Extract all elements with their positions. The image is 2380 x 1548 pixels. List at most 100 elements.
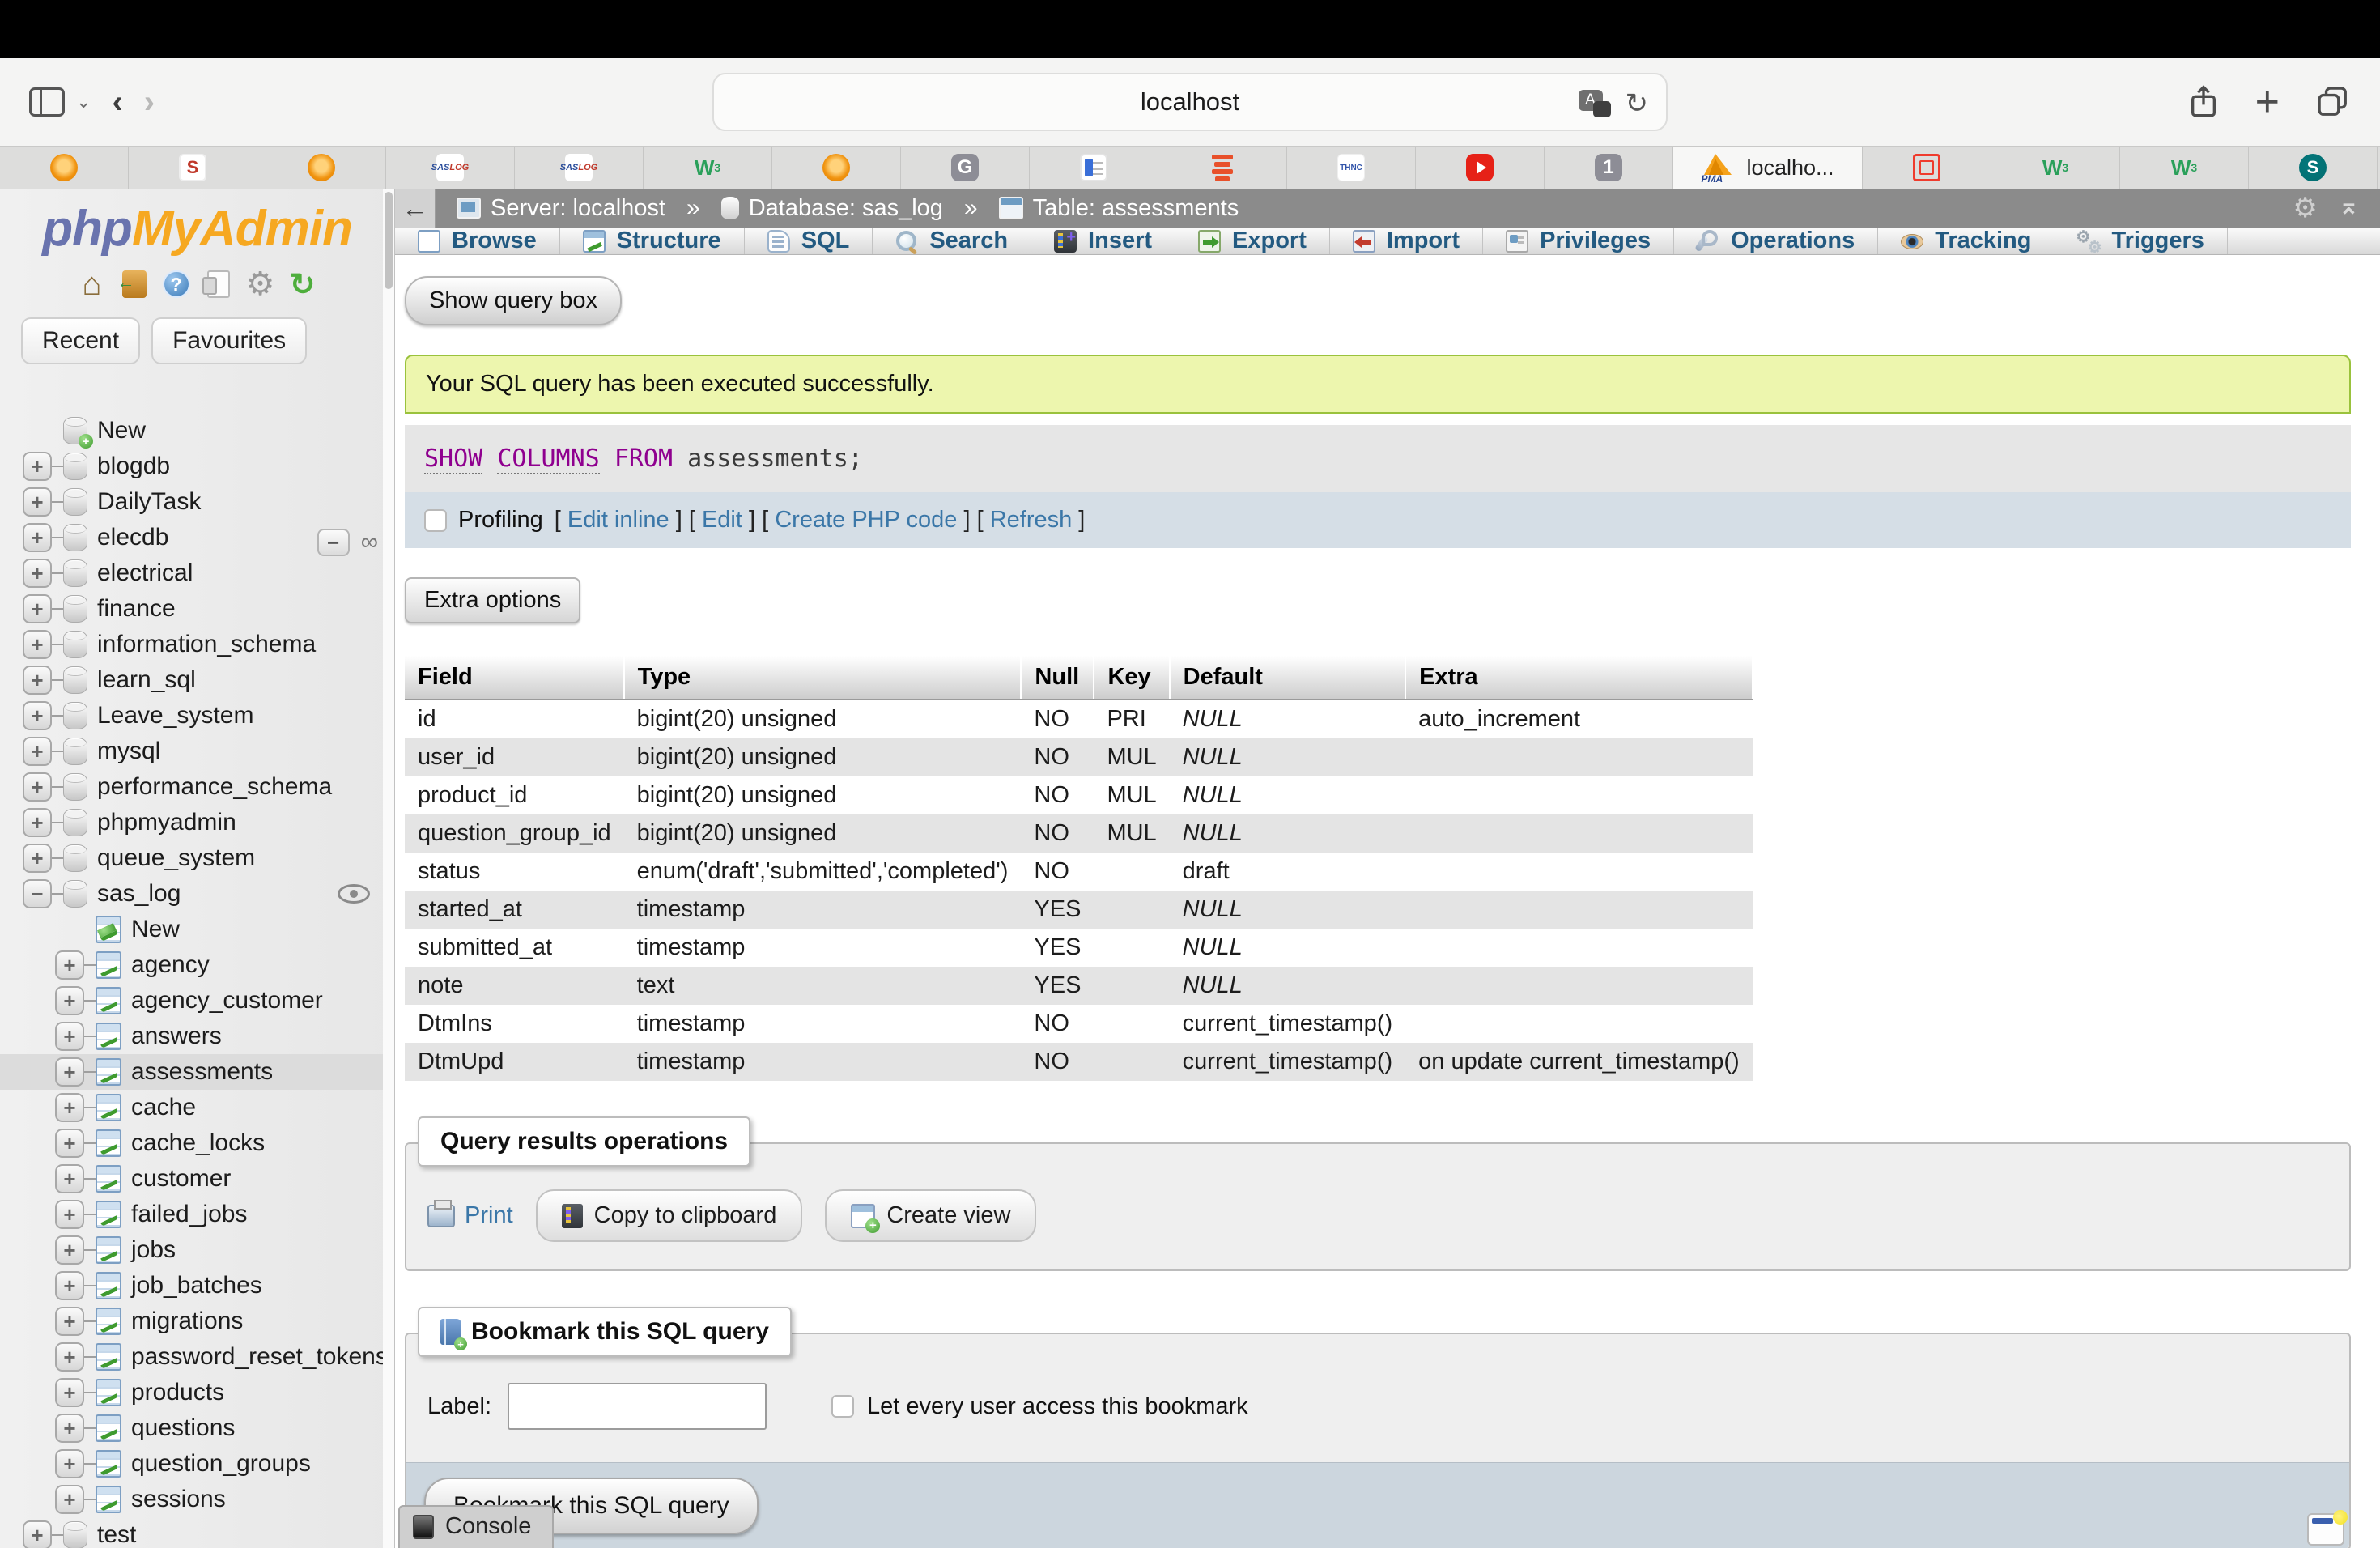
tree-item-label[interactable]: sessions (131, 1486, 226, 1513)
expand-expander-icon[interactable]: + (55, 1129, 84, 1158)
expand-expander-icon[interactable]: + (55, 1342, 84, 1372)
expand-expander-icon[interactable]: + (55, 1307, 84, 1336)
tree-item-label[interactable]: assessments (131, 1058, 273, 1086)
sidebar-db-learn_sql[interactable]: +learn_sql (0, 662, 394, 698)
tree-item-label[interactable]: blogdb (97, 453, 170, 480)
browser-tab[interactable] (1863, 147, 1991, 189)
tree-item-label[interactable]: queue_system (97, 844, 255, 872)
new-tab-icon[interactable]: + (2255, 81, 2280, 123)
sidebar-table-agency[interactable]: +agency (0, 947, 394, 983)
expand-expander-icon[interactable]: + (55, 1093, 84, 1122)
tree-item-label[interactable]: test (97, 1521, 136, 1548)
expand-expander-icon[interactable]: + (23, 666, 52, 695)
back-arrow-button[interactable]: ← (395, 189, 436, 228)
reload-icon[interactable]: ↻ (1626, 87, 1649, 120)
sidebar-db-test[interactable]: + test (0, 1517, 394, 1548)
sidebar-table-question_groups[interactable]: +question_groups (0, 1446, 394, 1482)
expand-expander-icon[interactable]: + (23, 772, 52, 802)
tree-item-label[interactable]: cache (131, 1094, 196, 1121)
profiling-link-create-php-code[interactable]: Create PHP code (775, 507, 957, 533)
tree-item-label[interactable]: New (131, 916, 180, 943)
sidebar-table-products[interactable]: +products (0, 1375, 394, 1410)
sidebar-table-answers[interactable]: +answers (0, 1019, 394, 1054)
browser-tab[interactable]: SASLOG (515, 147, 644, 189)
browser-tab[interactable]: SASLOG (386, 147, 515, 189)
expand-expander-icon[interactable]: + (55, 1235, 84, 1265)
filter-eye-icon[interactable] (338, 884, 370, 904)
tree-item-label[interactable]: finance (97, 595, 176, 623)
tree-item-label[interactable]: failed_jobs (131, 1201, 247, 1228)
expand-expander-icon[interactable]: + (23, 1520, 52, 1548)
sidebar-db-dailytask[interactable]: +DailyTask (0, 484, 394, 520)
bookmark-share-checkbox[interactable] (831, 1395, 854, 1418)
browser-tab-active[interactable]: PMAlocalho... (1673, 147, 1863, 189)
browser-tab[interactable]: W3 (1991, 147, 2120, 189)
bookmark-label-input[interactable] (508, 1383, 767, 1430)
sidebar-db-performance_schema[interactable]: +performance_schema (0, 769, 394, 805)
expand-expander-icon[interactable]: + (23, 737, 52, 766)
expand-expander-icon[interactable]: + (55, 1057, 84, 1087)
expand-expander-icon[interactable]: + (23, 487, 52, 517)
chevron-down-icon[interactable]: ⌄ (76, 91, 91, 113)
recent-button[interactable]: Recent (21, 317, 140, 364)
tree-item-label[interactable]: customer (131, 1165, 231, 1193)
forward-button[interactable]: › (144, 84, 155, 121)
sidebar-table-job_batches[interactable]: +job_batches (0, 1268, 394, 1303)
sidebar-db-phpmyadmin[interactable]: + phpmyadmin (0, 805, 394, 840)
profiling-link-edit[interactable]: Edit (702, 507, 742, 533)
tree-item-label[interactable]: cache_locks (131, 1129, 265, 1157)
expand-expander-icon[interactable]: + (23, 808, 52, 837)
sidebar-db-blogdb[interactable]: + blogdb (0, 449, 394, 484)
expand-expander-icon[interactable]: + (23, 630, 52, 659)
sidebar-table-cache_locks[interactable]: + cache_locks (0, 1125, 394, 1161)
tree-item-label[interactable]: information_schema (97, 631, 316, 658)
sidebar-db-elecdb[interactable]: +elecdb (0, 520, 394, 555)
tree-item-label[interactable]: mysql (97, 738, 160, 765)
tree-item-label[interactable]: sas_log (97, 880, 181, 908)
sidebar-db-queue_system[interactable]: +queue_system (0, 840, 394, 876)
tree-item-label[interactable]: question_groups (131, 1450, 311, 1478)
tab-insert[interactable]: Insert (1031, 228, 1175, 254)
tab-operations[interactable]: Operations (1674, 228, 1878, 254)
sidebar-db-information_schema[interactable]: + information_schema (0, 627, 394, 662)
back-button[interactable]: ‹ (112, 84, 122, 121)
tree-item-label[interactable]: agency (131, 951, 210, 979)
tree-item-label[interactable]: job_batches (131, 1272, 262, 1299)
tree-item-label[interactable]: jobs (131, 1236, 176, 1264)
tab-export[interactable]: Export (1175, 228, 1330, 254)
refresh-icon[interactable]: ↻ (287, 269, 318, 300)
browser-tab[interactable] (257, 147, 386, 189)
expand-expander-icon[interactable]: + (55, 1164, 84, 1193)
sidebar-table-questions[interactable]: +questions (0, 1410, 394, 1446)
sidebar-table-agency_customer[interactable]: +agency_customer (0, 983, 394, 1019)
profiling-link-edit-inline[interactable]: Edit inline (567, 507, 669, 533)
help-icon[interactable]: ? (163, 270, 190, 298)
sidebar-table-new[interactable]: New (0, 912, 394, 947)
copy-to-clipboard-button[interactable]: Copy to clipboard (536, 1189, 803, 1242)
expand-expander-icon[interactable]: + (23, 452, 52, 481)
print-link[interactable]: Print (427, 1202, 513, 1229)
browser-tab[interactable]: W3 (2120, 147, 2249, 189)
tree-item-label[interactable]: questions (131, 1414, 235, 1442)
tree-item-label[interactable]: phpmyadmin (97, 809, 236, 836)
tab-structure[interactable]: Structure (560, 228, 745, 254)
expand-expander-icon[interactable]: + (23, 701, 52, 730)
profiling-checkbox[interactable] (424, 509, 447, 532)
extra-options-button[interactable]: Extra options (405, 577, 580, 623)
browser-tab[interactable]: THNC (1287, 147, 1416, 189)
browser-tab[interactable] (1416, 147, 1545, 189)
tree-item-label[interactable]: Leave_system (97, 702, 253, 729)
browser-tab[interactable] (772, 147, 901, 189)
tree-item-label[interactable]: password_reset_tokens (131, 1343, 388, 1371)
sidebar-scrollbar[interactable] (383, 189, 394, 1548)
sql-keyword[interactable]: COLUMNS (497, 444, 599, 474)
sidebar-db-finance[interactable]: +finance (0, 591, 394, 627)
browser-tab[interactable] (1030, 147, 1158, 189)
tab-browse[interactable]: Browse (395, 228, 560, 254)
tab-privileges[interactable]: Privileges (1483, 228, 1674, 254)
sidebar-table-password_reset_tokens[interactable]: + password_reset_tokens (0, 1339, 394, 1375)
expand-expander-icon[interactable]: + (55, 1485, 84, 1514)
expand-expander-icon[interactable]: + (55, 1378, 84, 1407)
home-icon[interactable]: ⌂ (77, 269, 108, 300)
sidebar-table-sessions[interactable]: + sessions (0, 1482, 394, 1517)
